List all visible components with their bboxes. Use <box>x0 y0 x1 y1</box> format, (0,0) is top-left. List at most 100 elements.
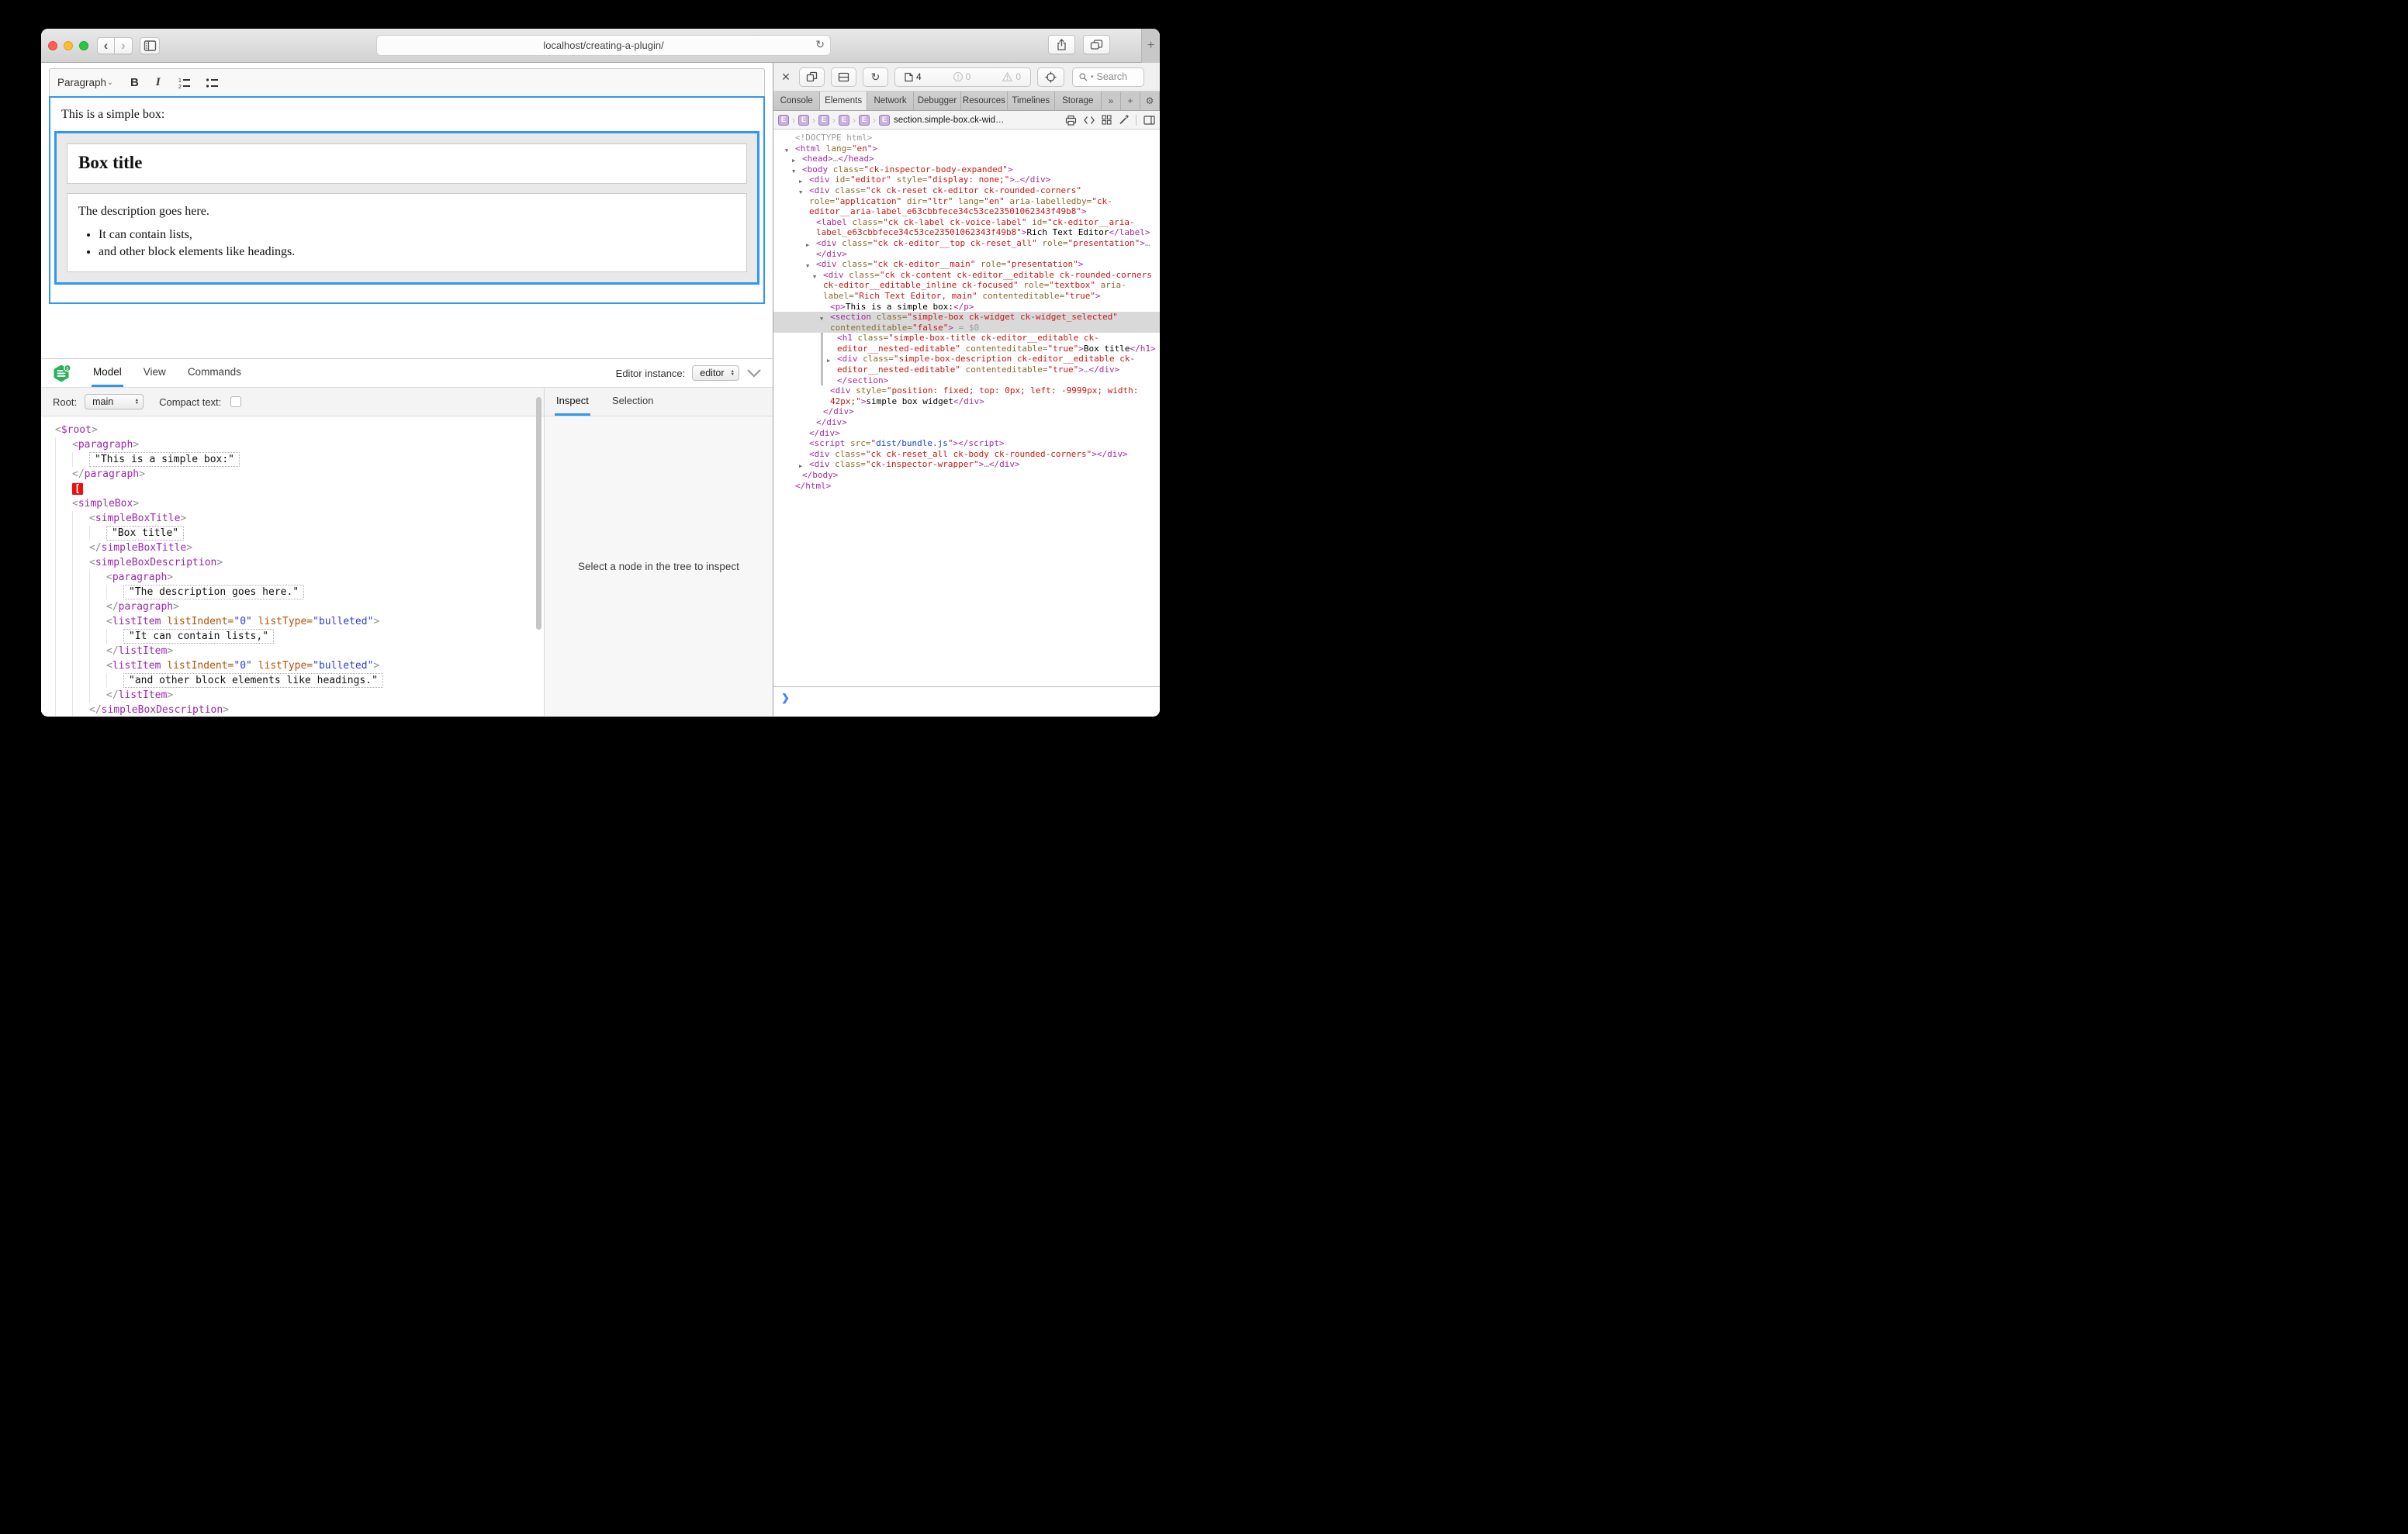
bold-button[interactable]: B <box>130 76 139 89</box>
tab-inspect[interactable]: Inspect <box>555 388 590 416</box>
dom-tree-line[interactable]: ▼<div class="ck ck-content ck-editor__ed… <box>773 270 1160 302</box>
model-tree-line[interactable]: <paragraph> <box>55 437 544 452</box>
address-bar[interactable]: localhost/creating-a-plugin/ ↻ <box>376 35 831 56</box>
simple-box-title-field[interactable]: Box title <box>67 143 747 184</box>
tab-resources[interactable]: Resources <box>961 92 1008 110</box>
model-tree-line[interactable]: "Box title" <box>55 526 544 541</box>
italic-button[interactable]: I <box>156 76 161 89</box>
reload-page-button[interactable]: ↻ <box>863 67 888 87</box>
disclosure-open-icon[interactable]: ▼ <box>799 188 802 199</box>
dom-tree-line[interactable]: <script src="dist/bundle.js"></script> <box>773 438 1160 449</box>
tab-console[interactable]: Console <box>773 92 820 110</box>
tab-timelines[interactable]: Timelines <box>1008 92 1054 110</box>
dom-tree-line[interactable]: </html> <box>773 481 1160 492</box>
back-button[interactable]: ‹ <box>97 37 115 54</box>
model-tree-line[interactable]: [ <box>55 482 544 496</box>
sidebar-button[interactable] <box>140 37 160 54</box>
new-tab-button[interactable]: + <box>1141 29 1160 63</box>
model-tree-line[interactable]: </paragraph> <box>55 599 544 614</box>
element-badge-icon[interactable]: E <box>839 115 849 126</box>
box-description-paragraph[interactable]: The description goes here. <box>78 205 735 219</box>
dom-tree-line[interactable]: <div class="ck ck-reset_all ck-body ck-r… <box>773 449 1160 460</box>
dom-tree-line[interactable]: <label class="ck ck-label ck-voice-label… <box>773 217 1160 238</box>
tab-network[interactable]: Network <box>867 92 914 110</box>
model-tree-line[interactable]: </listItem> <box>55 644 544 658</box>
dom-tree-line[interactable]: ▶<div class="ck ck-editor__top ck-reset_… <box>773 238 1160 259</box>
show-source-icon[interactable] <box>1084 116 1095 125</box>
model-tree-line[interactable]: <listItem listIndent="0" listType="bulle… <box>55 614 544 629</box>
model-tree-line[interactable]: </simpleBoxDescription> <box>55 703 544 716</box>
tab-selection[interactable]: Selection <box>611 388 655 416</box>
box-title-heading[interactable]: Box title <box>78 153 735 173</box>
tab-view[interactable]: View <box>142 359 168 387</box>
dom-tree-line[interactable]: <p>This is a simple box:</p> <box>773 302 1160 313</box>
element-picker-button[interactable] <box>1037 67 1064 87</box>
dom-tree-line[interactable]: ▶<div class="ck-inspector-wrapper">…</di… <box>773 459 1160 470</box>
dom-tree-line[interactable]: ▶<head>…</head> <box>773 154 1160 164</box>
minimize-window-button[interactable] <box>64 41 73 50</box>
element-badge-icon[interactable]: E <box>818 115 829 126</box>
disclosure-closed-icon[interactable]: ▶ <box>806 240 809 251</box>
dom-tree-line[interactable]: ▼<div class="ck ck-reset ck-editor ck-ro… <box>773 185 1160 217</box>
print-icon[interactable] <box>1065 115 1077 126</box>
model-tree-line[interactable]: "It can contain lists," <box>55 629 544 644</box>
model-text-node[interactable]: "Box title" <box>106 526 184 541</box>
model-tree-line[interactable]: <simpleBoxTitle> <box>55 511 544 526</box>
breadcrumb-selected-node[interactable]: section.simple-box.ck-wid… <box>894 116 1005 125</box>
model-text-node[interactable]: "and other block elements like headings.… <box>123 673 383 688</box>
numbered-list-button[interactable]: 1 2 <box>178 78 192 88</box>
tab-model[interactable]: Model <box>92 359 123 387</box>
model-tree-scrollbar[interactable] <box>536 397 541 630</box>
dom-tree-line[interactable]: ▼<html lang="en"> <box>773 143 1160 154</box>
model-tree-line[interactable]: "and other block elements like headings.… <box>55 673 544 688</box>
dom-tree-line[interactable]: </div> <box>773 406 1160 417</box>
share-button[interactable] <box>1048 35 1075 54</box>
box-list-item[interactable]: and other block elements like headings. <box>99 245 735 259</box>
element-badge-icon[interactable]: E <box>778 115 789 126</box>
dom-tree-line[interactable]: ▼<section class="simple-box ck-widget ck… <box>773 312 1160 333</box>
console-prompt-row[interactable]: ❯ <box>773 686 1160 716</box>
dom-tree-line[interactable]: ▼<div class="ck ck-editor__main" role="p… <box>773 259 1160 270</box>
tab-commands[interactable]: Commands <box>186 359 243 387</box>
editor-paragraph[interactable]: This is a simple box: <box>50 98 763 122</box>
model-tree-line[interactable]: <paragraph> <box>55 570 544 585</box>
model-tree-line[interactable]: "The description goes here." <box>55 585 544 599</box>
model-tree-line[interactable]: "This is a simple box:" <box>55 452 544 467</box>
collapse-inspector-icon[interactable] <box>746 368 762 378</box>
dock-devtools-button[interactable] <box>831 67 856 87</box>
tab-debugger[interactable]: Debugger <box>914 92 960 110</box>
compact-text-checkbox[interactable] <box>230 396 241 407</box>
heading-dropdown[interactable]: Paragraph ⌄ <box>57 77 113 88</box>
root-select[interactable]: main ▲▼ <box>85 394 144 409</box>
dom-tree-line[interactable]: <!DOCTYPE html> <box>773 133 1160 143</box>
dom-tree-line[interactable]: ▶<div class="simple-box-description ck-e… <box>773 354 1160 375</box>
editor-instance-select[interactable]: editor ▲▼ <box>692 365 739 381</box>
model-tree-line[interactable]: </simpleBoxTitle> <box>55 541 544 555</box>
reload-icon[interactable]: ↻ <box>815 38 825 51</box>
disclosure-open-icon[interactable]: ▼ <box>813 272 816 283</box>
dom-tree-line[interactable]: </body> <box>773 470 1160 481</box>
dom-tree-line[interactable]: <h1 class="simple-box-title ck-editor__e… <box>773 333 1160 354</box>
detach-devtools-button[interactable] <box>799 67 825 87</box>
model-tree-line[interactable]: <$root> <box>55 423 544 437</box>
forward-button[interactable]: › <box>115 37 133 54</box>
dom-tree-line[interactable]: <div style="position: fixed; top: 0px; l… <box>773 385 1160 406</box>
model-tree-line[interactable]: </paragraph> <box>55 467 544 482</box>
disclosure-open-icon[interactable]: ▼ <box>820 314 823 325</box>
dom-tree-line[interactable]: </div> <box>773 428 1160 439</box>
element-badge-icon[interactable]: E <box>879 115 890 126</box>
zoom-window-button[interactable] <box>79 41 88 50</box>
editor-editable-area[interactable]: This is a simple box: Box title The desc… <box>49 96 765 304</box>
settings-gear-icon[interactable]: ⚙ <box>1140 92 1160 110</box>
more-tabs-button[interactable]: » <box>1102 92 1121 110</box>
details-sidebar-icon[interactable] <box>1143 116 1155 125</box>
add-tab-button[interactable]: + <box>1121 92 1140 110</box>
disclosure-closed-icon[interactable]: ▶ <box>827 356 830 367</box>
model-text-node[interactable]: "This is a simple box:" <box>89 452 240 467</box>
bulleted-list-button[interactable] <box>206 78 220 88</box>
model-tree-line[interactable]: <simpleBoxDescription> <box>55 555 544 570</box>
model-text-node[interactable]: "It can contain lists," <box>123 629 274 644</box>
model-tree-line[interactable]: <listItem listIndent="0" listType="bulle… <box>55 658 544 673</box>
tab-elements[interactable]: Elements <box>820 92 867 110</box>
model-tree-line[interactable]: <simpleBox> <box>55 496 544 511</box>
